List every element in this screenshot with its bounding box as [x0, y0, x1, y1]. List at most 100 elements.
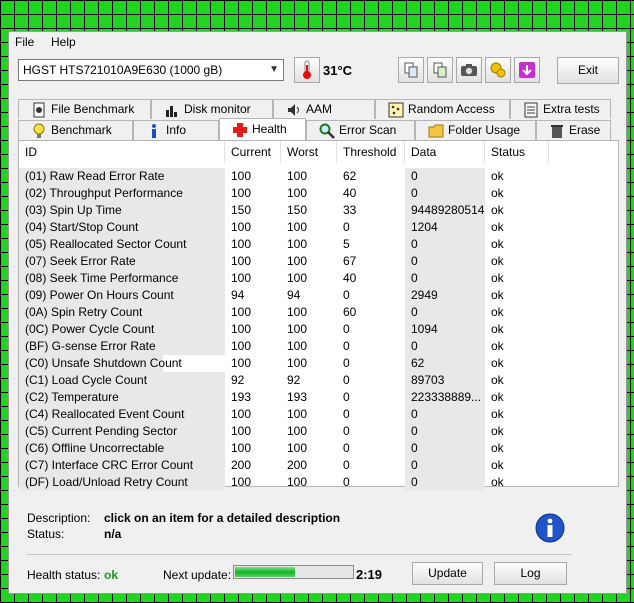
cell-data: 0 — [405, 304, 485, 321]
table-row[interactable]: (0C) Power Cycle Count 100 100 0 1094 ok — [19, 321, 618, 338]
cell-current: 92 — [231, 373, 245, 387]
copy-icon[interactable] — [398, 57, 424, 83]
cell-status: ok — [491, 356, 504, 370]
cell-data: 223338889... — [405, 389, 485, 406]
table-row[interactable]: (0A) Spin Retry Count 100 100 60 0 ok — [19, 304, 618, 321]
cell-status: ok — [491, 373, 504, 387]
cell-status: ok — [491, 169, 504, 183]
cell-threshold: 0 — [343, 458, 350, 472]
update-button[interactable]: Update — [412, 562, 483, 585]
table-row[interactable]: (04) Start/Stop Count 100 100 0 1204 ok — [19, 219, 618, 236]
exit-button[interactable]: Exit — [557, 57, 619, 84]
trash-icon — [549, 123, 565, 139]
cell-id: (01) Raw Read Error Rate — [19, 168, 225, 185]
cell-id: (0A) Spin Retry Count — [19, 304, 225, 321]
tab-random-access[interactable]: Random Access — [375, 99, 510, 119]
description-value: click on an item for a detailed descript… — [104, 511, 341, 525]
cell-worst: 100 — [287, 220, 308, 234]
cell-current: 100 — [231, 237, 252, 251]
log-button[interactable]: Log — [494, 562, 567, 585]
table-row[interactable]: (DF) Load/Unload Retry Count 100 100 0 0 ok — [19, 474, 618, 491]
table-row[interactable]: (C0) Unsafe Shutdown Count 100 100 0 62 ok — [19, 355, 618, 372]
table-row[interactable]: (05) Reallocated Sector Count 100 100 5 0 ok — [19, 236, 618, 253]
copy-all-icon[interactable] — [427, 57, 453, 83]
camera-icon[interactable] — [456, 57, 482, 83]
cell-current: 100 — [231, 441, 252, 455]
cell-current: 100 — [231, 322, 252, 336]
cell-worst: 100 — [287, 305, 308, 319]
menu-file[interactable]: File — [15, 35, 34, 49]
tab-label: Error Scan — [339, 123, 397, 137]
thermometer-icon — [294, 57, 320, 83]
table-row[interactable]: (C1) Load Cycle Count 92 92 0 89703 ok — [19, 372, 618, 389]
table-row[interactable]: (03) Spin Up Time 150 150 33 94489280514 ok — [19, 202, 618, 219]
bar-chart-icon — [164, 102, 180, 118]
cell-id: (C5) Current Pending Sector — [19, 423, 225, 440]
table-row[interactable]: (C7) Interface CRC Error Count 200 200 0 0 ok — [19, 457, 618, 474]
cell-status: ok — [491, 441, 504, 455]
tab-label: Folder Usage — [448, 123, 521, 137]
column-header-id[interactable]: ID — [19, 141, 225, 163]
table-row[interactable]: (01) Raw Read Error Rate 100 100 62 0 ok — [19, 168, 618, 185]
tab-label: Extra tests — [543, 102, 600, 116]
cell-id: (C0) Unsafe Shutdown Count — [19, 355, 225, 372]
cell-threshold: 0 — [343, 339, 350, 353]
info-icon — [146, 123, 162, 139]
tab-info[interactable]: Info — [133, 120, 219, 140]
cell-data: 89703 — [405, 372, 485, 389]
cell-current: 100 — [231, 305, 252, 319]
table-row[interactable]: (02) Throughput Performance 100 100 40 0 ok — [19, 185, 618, 202]
table-row[interactable]: (C4) Reallocated Event Count 100 100 0 0 ok — [19, 406, 618, 423]
tab-label: Random Access — [408, 102, 495, 116]
tab-folder-usage[interactable]: Folder Usage — [415, 120, 536, 140]
status-value: n/a — [104, 527, 122, 541]
table-row[interactable]: (C2) Temperature 193 193 0 223338889... ok — [19, 389, 618, 406]
cell-worst: 100 — [287, 271, 308, 285]
cell-id: (07) Seek Error Rate — [19, 253, 225, 270]
cell-threshold: 0 — [343, 441, 350, 455]
folder-icon — [428, 123, 444, 139]
cell-data: 94489280514 — [405, 202, 485, 219]
tab-label: Erase — [569, 123, 601, 137]
cell-data: 1204 — [405, 219, 485, 236]
tab-aam[interactable]: AAM — [273, 99, 375, 119]
column-header-threshold[interactable]: Threshold — [337, 141, 405, 163]
table-row[interactable]: (07) Seek Error Rate 100 100 67 0 ok — [19, 253, 618, 270]
health-panel: ID Current Worst Threshold Data Status (… — [18, 140, 619, 491]
column-header-data[interactable]: Data — [405, 141, 485, 163]
cell-data: 62 — [405, 355, 485, 372]
options-icon[interactable] — [485, 57, 511, 83]
table-row[interactable]: (C6) Offline Uncorrectable 100 100 0 0 ok — [19, 440, 618, 457]
tab-health[interactable]: Health — [219, 118, 306, 140]
table-row[interactable]: (08) Seek Time Performance 100 100 40 0 ok — [19, 270, 618, 287]
tab-benchmark[interactable]: Benchmark — [18, 120, 133, 140]
cell-status: ok — [491, 339, 504, 353]
tab-label: File Benchmark — [51, 102, 135, 116]
cell-threshold: 33 — [343, 203, 357, 217]
column-header-worst[interactable]: Worst — [281, 141, 337, 163]
table-row[interactable]: (09) Power On Hours Count 94 94 0 2949 ok — [19, 287, 618, 304]
column-header-status[interactable]: Status — [485, 141, 549, 163]
menu-help[interactable]: Help — [51, 35, 76, 49]
cell-current: 100 — [231, 169, 252, 183]
cell-id: (08) Seek Time Performance — [19, 270, 225, 287]
cell-id: (03) Spin Up Time — [19, 202, 225, 219]
cell-worst: 100 — [287, 169, 308, 183]
extra-tests-icon — [523, 102, 539, 118]
cell-worst: 150 — [287, 203, 308, 217]
cell-worst: 100 — [287, 339, 308, 353]
table-row[interactable]: (BF) G-sense Error Rate 100 100 0 0 ok — [19, 338, 618, 355]
cell-worst: 100 — [287, 424, 308, 438]
tab-error-scan[interactable]: Error Scan — [306, 120, 415, 140]
tab-erase[interactable]: Erase — [536, 120, 611, 140]
download-icon[interactable] — [514, 57, 540, 83]
table-row[interactable]: (C5) Current Pending Sector 100 100 0 0 ok — [19, 423, 618, 440]
column-header-current[interactable]: Current — [225, 141, 281, 163]
cell-threshold: 67 — [343, 254, 357, 268]
tab-disk-monitor[interactable]: Disk monitor — [151, 99, 273, 119]
cell-worst: 100 — [287, 254, 308, 268]
drive-select[interactable]: HGST HTS721010A9E630 (1000 gB) ▼ — [18, 59, 284, 81]
tab-extra-tests[interactable]: Extra tests — [510, 99, 611, 119]
tab-file-benchmark[interactable]: File Benchmark — [18, 99, 151, 119]
cell-status: ok — [491, 424, 504, 438]
